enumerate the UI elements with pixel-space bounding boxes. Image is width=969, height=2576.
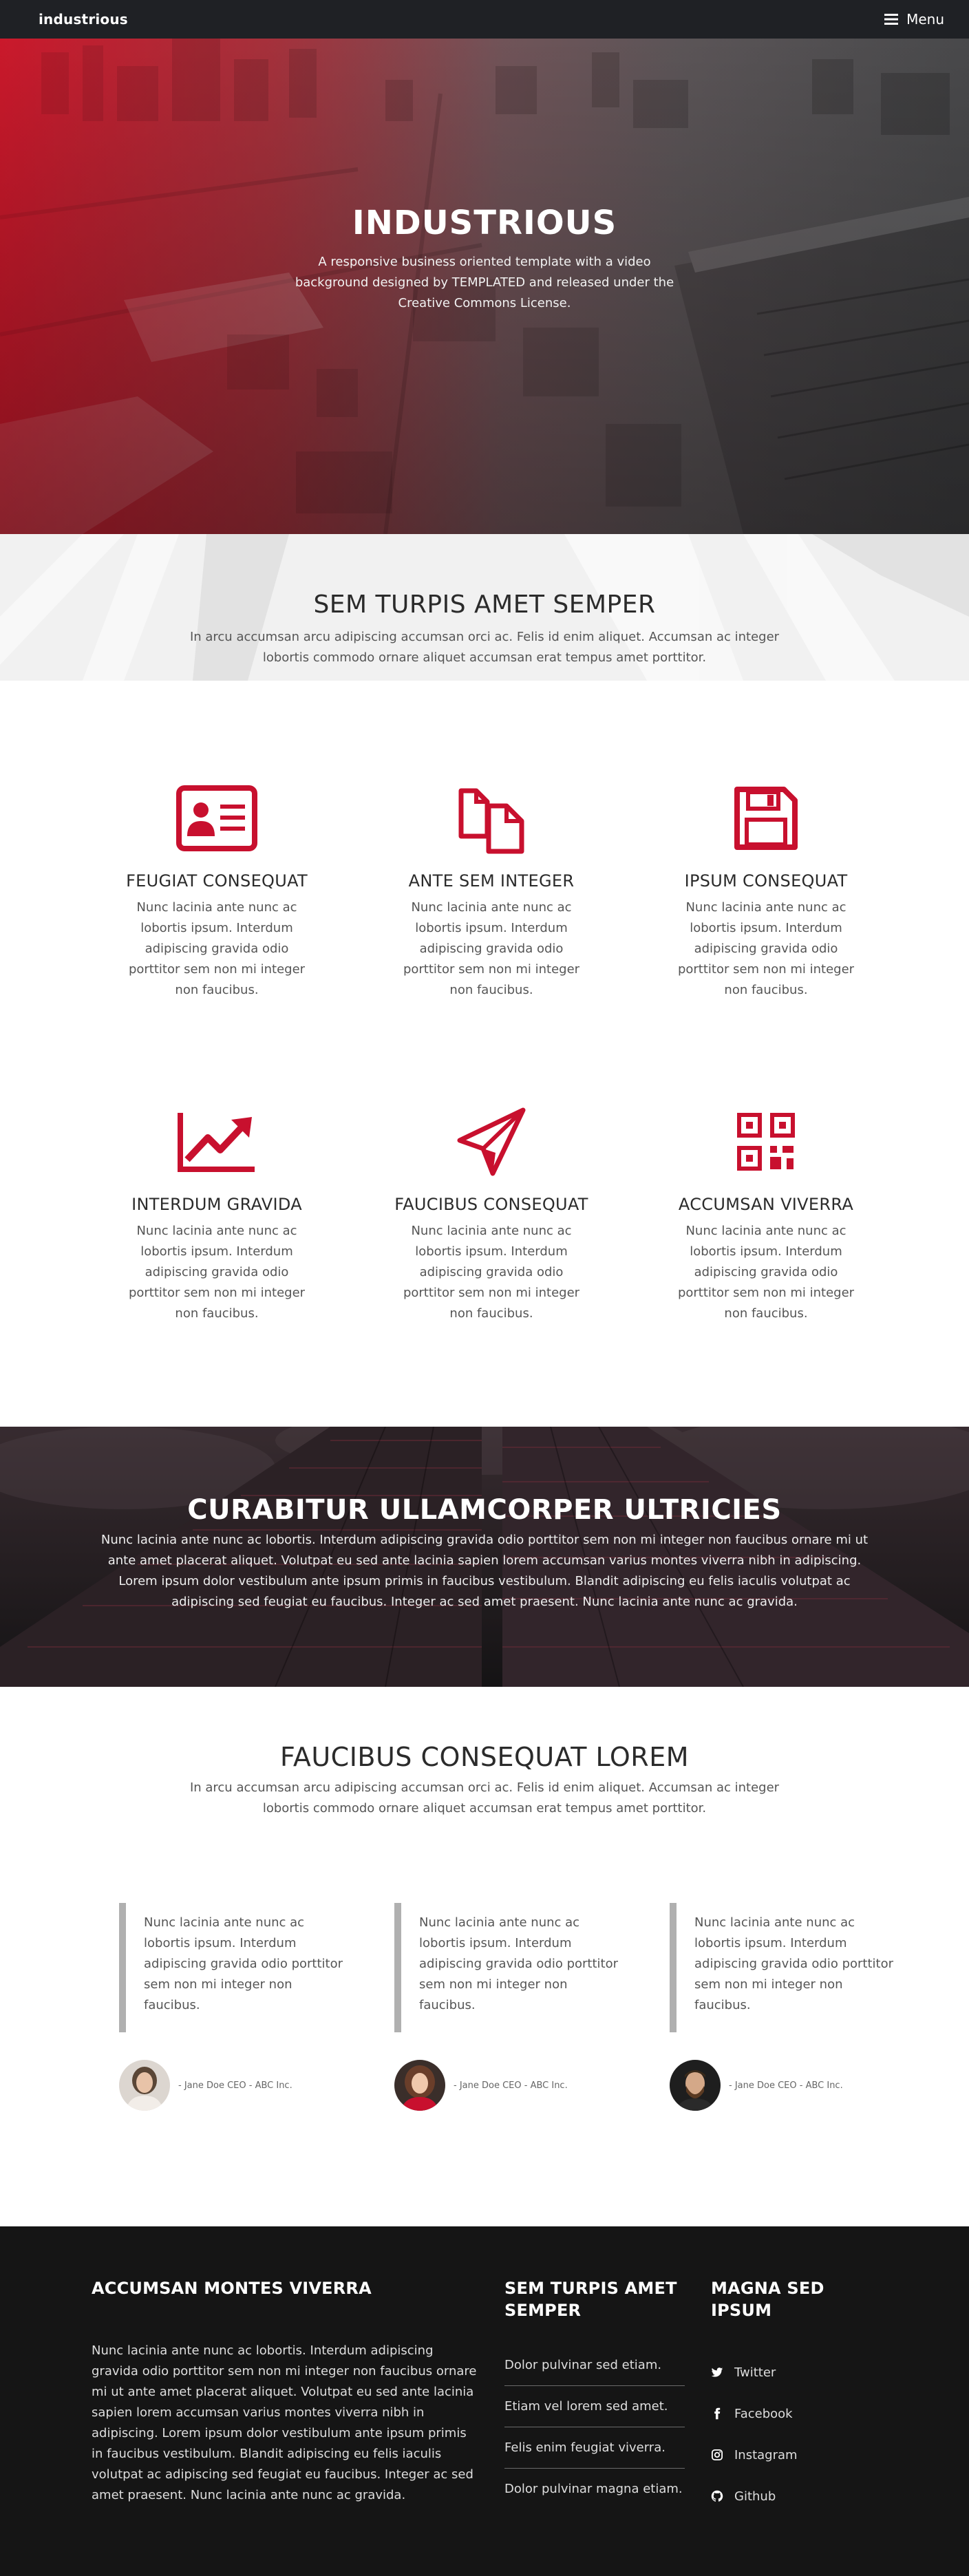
banner-content: CURABITUR ULLAMCORPER ULTRICIES Nunc lac… [0, 1494, 969, 1612]
testimonial-author: - Jane Doe CEO - ABC Inc. [394, 2060, 621, 2111]
feature-item: ACCUMSAN VIVERRA Nunc lacinia ante nunc … [663, 1104, 869, 1324]
banner-text: Nunc lacinia ante nunc ac lobortis. Inte… [100, 1533, 869, 1609]
social-label: Twitter [734, 2365, 776, 2380]
testimonials-header: FAUCIBUS CONSEQUAT LOREM In arcu accumsa… [0, 1687, 969, 1819]
banner-title: CURABITUR ULLAMCORPER ULTRICIES [187, 1494, 782, 1526]
testimonial-card: Nunc lacinia ante nunc ac lobortis ipsum… [670, 1903, 897, 2111]
hero-section: INDUSTRIOUS A responsive business orient… [0, 39, 969, 534]
cta-banner-section: CURABITUR ULLAMCORPER ULTRICIES Nunc lac… [0, 1427, 969, 1687]
footer-social-column: MAGNA SED IPSUM Twitter Facebook Instagr… [711, 2277, 890, 2517]
feature-text: Nunc lacinia ante nunc ac lobortis ipsum… [128, 900, 306, 997]
qr-code-icon [718, 1104, 814, 1180]
feature-title: FAUCIBUS CONSEQUAT [394, 1195, 588, 1214]
paper-plane-icon [443, 1104, 540, 1180]
menu-label: Menu [906, 11, 944, 28]
testimonial-author: - Jane Doe CEO - ABC Inc. [119, 2060, 346, 2111]
site-footer: ACCUMSAN MONTES VIVERRA Nunc lacinia ant… [0, 2226, 969, 2576]
footer-link[interactable]: Felis enim feugiat viverra. [504, 2427, 685, 2469]
footer-about-text: Nunc lacinia ante nunc ac lobortis. Inte… [92, 2343, 477, 2502]
testimonials-title: FAUCIBUS CONSEQUAT LOREM [280, 1742, 689, 1772]
features-section: FEUGIAT CONSEQUAT Nunc lacinia ante nunc… [0, 681, 969, 1427]
author-credit: - Jane Doe CEO - ABC Inc. [178, 2080, 292, 2091]
footer-links-title: SEM TURPIS AMET SEMPER [504, 2279, 677, 2320]
chart-line-icon [169, 1104, 265, 1180]
social-link-facebook[interactable]: Facebook [711, 2393, 890, 2434]
social-link-github[interactable]: Github [711, 2476, 890, 2517]
testimonials-text: In arcu accumsan arcu adipiscing accumsa… [189, 1780, 780, 1816]
hero-content: INDUSTRIOUS A responsive business orient… [0, 204, 969, 314]
footer-link[interactable]: Dolor pulvinar sed etiam. [504, 2345, 685, 2386]
feature-title: ANTE SEM INTEGER [408, 871, 575, 891]
testimonials-section: FAUCIBUS CONSEQUAT LOREM In arcu accumsa… [0, 1687, 969, 2226]
copy-files-icon [443, 780, 540, 856]
feature-title: FEUGIAT CONSEQUAT [126, 871, 308, 891]
feature-item: IPSUM CONSEQUAT Nunc lacinia ante nunc a… [663, 780, 869, 1001]
intro-text: In arcu accumsan arcu adipiscing accumsa… [189, 630, 780, 665]
author-credit: - Jane Doe CEO - ABC Inc. [729, 2080, 843, 2091]
social-label: Instagram [734, 2447, 798, 2462]
menu-toggle-button[interactable]: Menu [884, 11, 944, 28]
testimonial-card: Nunc lacinia ante nunc ac lobortis ipsum… [119, 1903, 346, 2111]
testimonial-quote: Nunc lacinia ante nunc ac lobortis ipsum… [394, 1903, 621, 2032]
feature-item: FEUGIAT CONSEQUAT Nunc lacinia ante nunc… [114, 780, 320, 1001]
testimonial-quote: Nunc lacinia ante nunc ac lobortis ipsum… [670, 1903, 897, 2032]
feature-title: INTERDUM GRAVIDA [131, 1195, 302, 1214]
avatar [394, 2060, 445, 2111]
feature-text: Nunc lacinia ante nunc ac lobortis ipsum… [677, 900, 855, 997]
feature-title: ACCUMSAN VIVERRA [678, 1195, 854, 1214]
hero-description: A responsive business oriented template … [295, 255, 674, 310]
feature-text: Nunc lacinia ante nunc ac lobortis ipsum… [403, 900, 580, 997]
author-credit: - Jane Doe CEO - ABC Inc. [454, 2080, 568, 2091]
social-link-instagram[interactable]: Instagram [711, 2434, 890, 2476]
feature-item: ANTE SEM INTEGER Nunc lacinia ante nunc … [388, 780, 595, 1001]
twitter-icon [711, 2367, 723, 2377]
footer-links-list: Dolor pulvinar sed etiam. Etiam vel lore… [504, 2345, 685, 2509]
intro-title: SEM TURPIS AMET SEMPER [313, 590, 656, 619]
testimonial-quote: Nunc lacinia ante nunc ac lobortis ipsum… [119, 1903, 346, 2032]
feature-item: FAUCIBUS CONSEQUAT Nunc lacinia ante nun… [388, 1104, 595, 1324]
feature-text: Nunc lacinia ante nunc ac lobortis ipsum… [403, 1224, 580, 1321]
id-card-icon [169, 780, 265, 856]
site-header: industrious Menu [0, 0, 969, 39]
social-label: Github [734, 2489, 776, 2504]
floppy-disk-icon [718, 780, 814, 856]
footer-about-title: ACCUMSAN MONTES VIVERRA [92, 2279, 372, 2298]
testimonial-card: Nunc lacinia ante nunc ac lobortis ipsum… [394, 1903, 621, 2111]
social-label: Facebook [734, 2406, 793, 2421]
feature-item: INTERDUM GRAVIDA Nunc lacinia ante nunc … [114, 1104, 320, 1324]
github-icon [711, 2490, 723, 2502]
brand-logo-link[interactable]: industrious [39, 11, 128, 28]
hamburger-icon [884, 14, 899, 25]
avatar [670, 2060, 721, 2111]
footer-link[interactable]: Etiam vel lorem sed amet. [504, 2386, 685, 2427]
footer-social-title: MAGNA SED IPSUM [711, 2279, 824, 2320]
avatar [119, 2060, 170, 2111]
footer-about-column: ACCUMSAN MONTES VIVERRA Nunc lacinia ant… [92, 2277, 484, 2506]
testimonial-author: - Jane Doe CEO - ABC Inc. [670, 2060, 897, 2111]
hero-title: INDUSTRIOUS [352, 204, 617, 242]
footer-social-list: Twitter Facebook Instagram Github [711, 2352, 890, 2517]
footer-link[interactable]: Dolor pulvinar magna etiam. [504, 2469, 685, 2509]
footer-links-column: SEM TURPIS AMET SEMPER Dolor pulvinar se… [504, 2277, 685, 2509]
facebook-icon [714, 2407, 721, 2420]
feature-text: Nunc lacinia ante nunc ac lobortis ipsum… [677, 1224, 855, 1321]
feature-text: Nunc lacinia ante nunc ac lobortis ipsum… [128, 1224, 306, 1321]
feature-title: IPSUM CONSEQUAT [684, 871, 848, 891]
instagram-icon [711, 2449, 723, 2461]
intro-section: SEM TURPIS AMET SEMPER In arcu accumsan … [0, 534, 969, 681]
social-link-twitter[interactable]: Twitter [711, 2352, 890, 2393]
